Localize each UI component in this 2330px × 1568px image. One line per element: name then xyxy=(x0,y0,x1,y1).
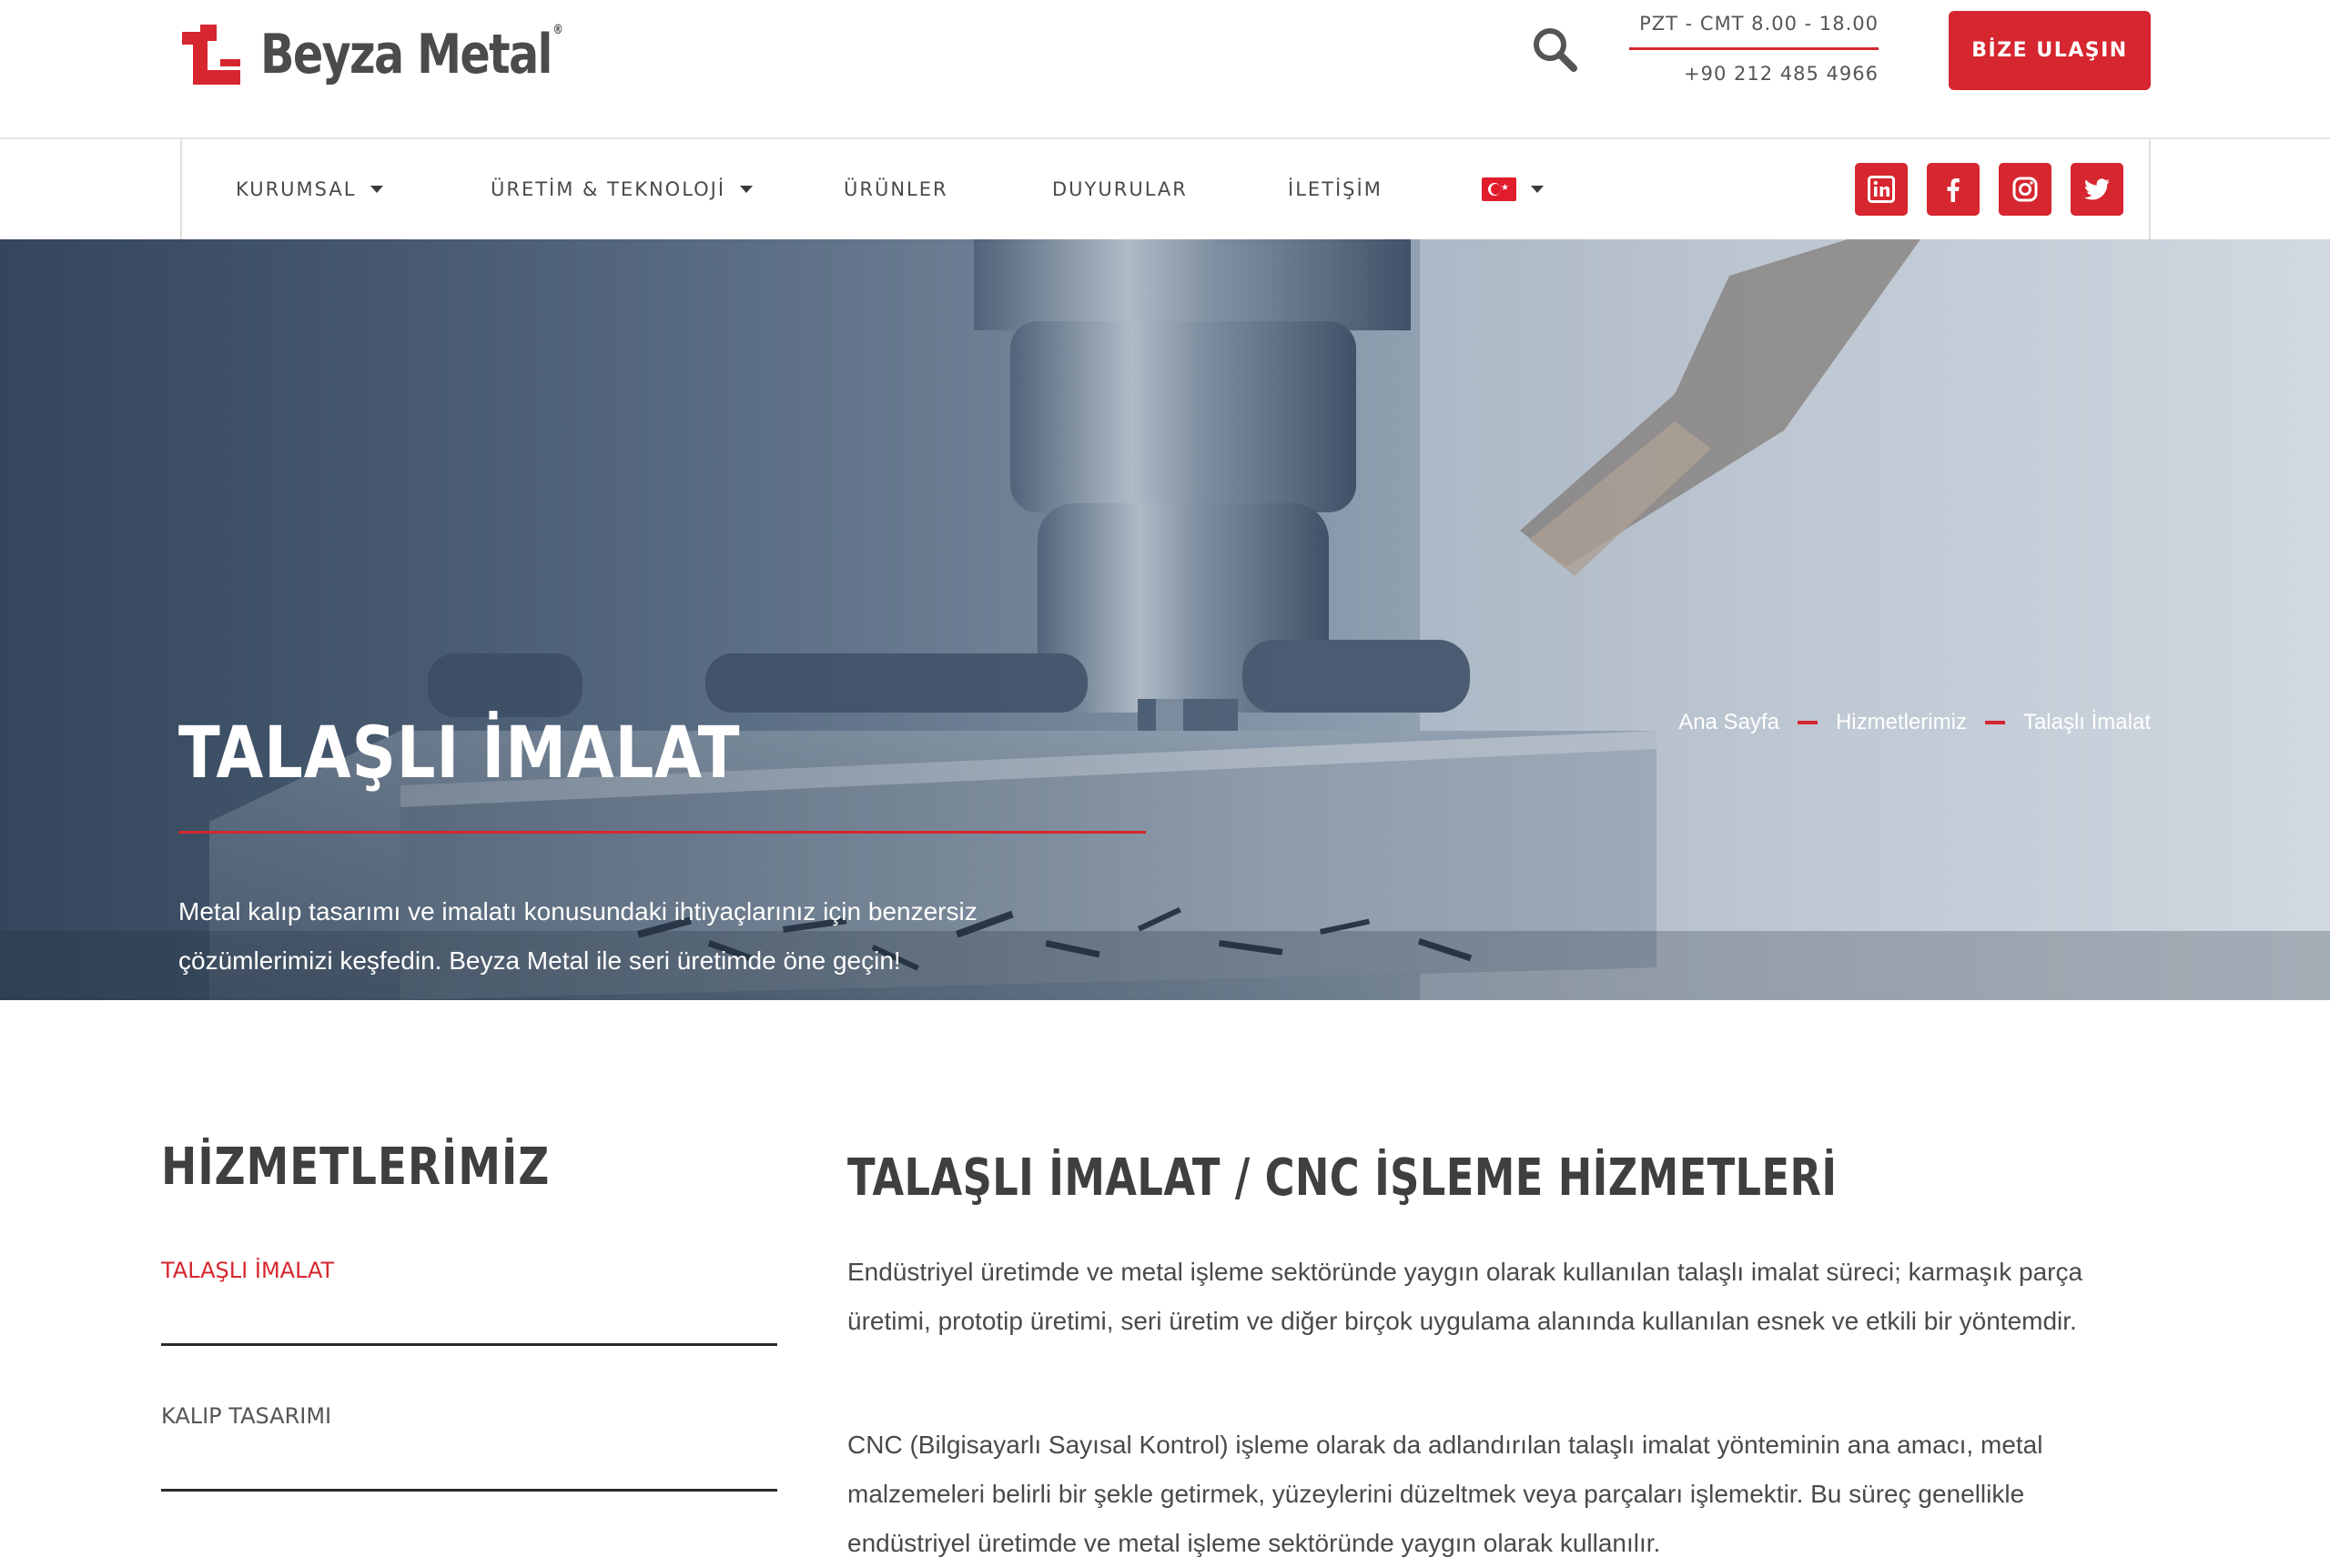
breadcrumb: Ana Sayfa Hizmetlerimiz Talaşlı İmalat xyxy=(1678,710,2151,735)
facebook-icon[interactable] xyxy=(1927,163,1980,216)
content-title: TALAŞLI İMALAT / CNC İŞLEME HİZMETLERİ xyxy=(847,1148,1838,1208)
nav-label: ÜRÜNLER xyxy=(844,178,948,200)
services-heading: HİZMETLERİMİZ xyxy=(161,1138,551,1197)
caret-down-icon xyxy=(1531,186,1544,193)
nav-item-duyurular[interactable]: DUYURULAR xyxy=(1052,139,1188,239)
content-paragraph: Endüstriyel üretimde ve metal işleme sek… xyxy=(847,1258,2083,1335)
hero-banner: Ana Sayfa Hizmetlerimiz Talaşlı İmalat T… xyxy=(0,239,2330,1000)
main-nav: KURUMSAL ÜRETİM & TEKNOLOJİ ÜRÜNLER DUYU… xyxy=(180,139,2151,239)
working-hours: PZT - CMT 8.00 - 18.00 xyxy=(1639,13,1879,35)
turkish-flag-icon: ★ xyxy=(1482,177,1516,201)
nav-label: ÜRETİM & TEKNOLOJİ xyxy=(491,178,726,200)
phone-number[interactable]: +90 212 485 4966 xyxy=(1629,59,1879,88)
contact-divider xyxy=(1629,47,1879,50)
hero-description: Metal kalıp tasarımı ve imalatı konusund… xyxy=(178,897,978,975)
service-item-label: TALAŞLI İMALAT xyxy=(161,1258,335,1283)
twitter-icon[interactable] xyxy=(2071,163,2123,216)
nav-item-urunler[interactable]: ÜRÜNLER xyxy=(844,139,948,239)
nav-label: İLETİŞİM xyxy=(1288,178,1383,200)
logo-mark-icon xyxy=(180,23,244,86)
service-item-label: KALIP TASARIMI xyxy=(161,1403,332,1429)
site-header: Beyza Metal ® PZT - CMT 8.00 - 18.00 +90 … xyxy=(0,0,2330,139)
nav-item-iletisim[interactable]: İLETİŞİM xyxy=(1288,139,1383,239)
contact-us-button[interactable]: BİZE ULAŞIN xyxy=(1949,11,2151,90)
logo[interactable]: Beyza Metal ® xyxy=(180,16,628,93)
caret-down-icon xyxy=(740,186,754,193)
title-underline xyxy=(178,831,1146,834)
service-item-talasli-imalat[interactable]: TALAŞLI İMALAT xyxy=(161,1258,777,1346)
nav-label: DUYURULAR xyxy=(1052,178,1188,200)
contact-info: PZT - CMT 8.00 - 18.00 +90 212 485 4966 xyxy=(1629,7,1879,88)
instagram-icon[interactable] xyxy=(1999,163,2051,216)
breadcrumb-separator xyxy=(1984,721,2005,724)
caret-down-icon xyxy=(370,186,384,193)
hero-cnc-machine-image xyxy=(0,239,2330,1000)
page-title: TALAŞLI İMALAT xyxy=(178,713,741,794)
language-switcher[interactable]: ★ xyxy=(1482,139,1544,239)
nav-label: KURUMSAL xyxy=(236,178,357,200)
search-icon[interactable] xyxy=(1529,24,1580,75)
breadcrumb-current: Talaşlı İmalat xyxy=(2022,710,2151,734)
breadcrumb-home-link[interactable]: Ana Sayfa xyxy=(1678,710,1779,735)
content-paragraph: CNC (Bilgisayarlı Sayısal Kontrol) işlem… xyxy=(847,1431,2043,1557)
nav-item-kurumsal[interactable]: KURUMSAL xyxy=(236,139,384,239)
nav-item-uretim-teknoloji[interactable]: ÜRETİM & TEKNOLOJİ xyxy=(491,139,754,239)
service-item-kalip-tasarimi[interactable]: KALIP TASARIMI xyxy=(161,1403,777,1492)
logo-wordmark: Beyza Metal ® xyxy=(260,23,563,86)
linkedin-icon[interactable] xyxy=(1855,163,1908,216)
breadcrumb-separator xyxy=(1797,721,1818,724)
breadcrumb-services-link[interactable]: Hizmetlerimiz xyxy=(1836,710,1967,735)
